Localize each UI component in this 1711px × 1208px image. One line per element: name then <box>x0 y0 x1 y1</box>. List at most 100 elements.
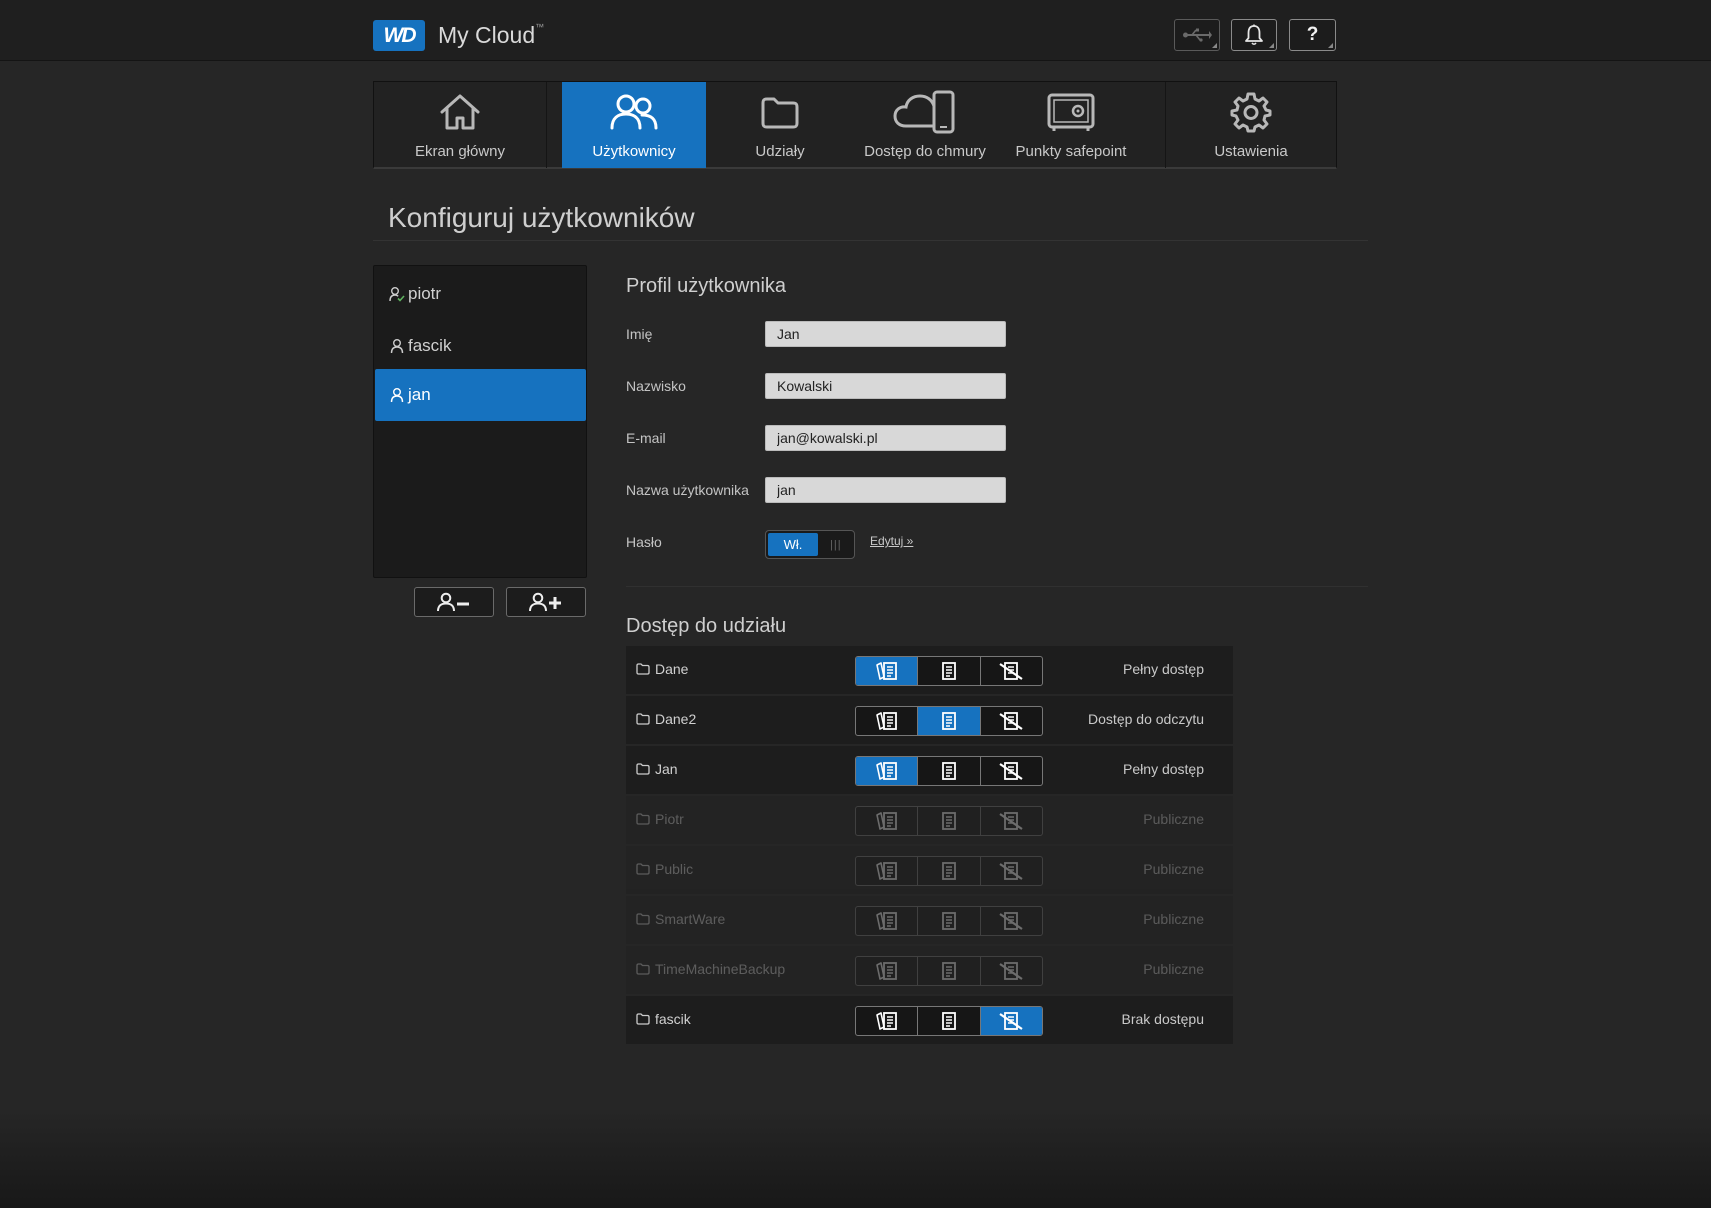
no-access-button <box>979 857 1042 885</box>
no-access-button <box>979 907 1042 935</box>
username-field[interactable] <box>765 477 1006 503</box>
folder-icon <box>761 97 799 129</box>
nav-label-safepoints: Punkty safepoint <box>1015 143 1127 160</box>
full-access-button <box>856 907 917 935</box>
read-only-button[interactable] <box>917 1007 979 1035</box>
read-only-button[interactable] <box>917 707 980 735</box>
nav-label-home: Ekran główny <box>414 143 506 160</box>
share-name-text: Dane2 <box>655 711 697 727</box>
share-name: Jan <box>636 761 678 777</box>
usb-icon <box>1183 28 1212 42</box>
read-only-button <box>917 857 979 885</box>
full-access-icon <box>875 662 897 680</box>
app-name-text: My Cloud <box>438 22 536 48</box>
read-only-button <box>917 907 979 935</box>
email-label: E-mail <box>626 430 666 446</box>
usb-button[interactable] <box>1174 19 1220 51</box>
access-status: Publiczne <box>1143 811 1204 827</box>
nav-label-shares: Udziały <box>755 143 805 160</box>
access-status: Pełny dostęp <box>1123 661 1204 677</box>
access-status: Publiczne <box>1143 861 1204 877</box>
wd-logo[interactable]: WD <box>373 20 425 51</box>
no-access-icon <box>999 862 1023 880</box>
full-access-icon <box>875 762 897 780</box>
share-row: TimeMachineBackup Publiczne <box>626 946 1233 994</box>
access-status: Brak dostępu <box>1121 1011 1205 1027</box>
no-access-button[interactable] <box>979 657 1042 685</box>
access-level-selector[interactable] <box>855 706 1043 736</box>
access-level-selector[interactable] <box>855 1006 1043 1036</box>
nav-item-users[interactable]: Użytkownicy <box>562 82 706 168</box>
full-access-button <box>856 807 917 835</box>
full-access-icon <box>875 862 897 880</box>
access-level-selector[interactable] <box>855 656 1043 686</box>
main-nav: Ekran główny Użytkownicy Udziały Dostęp … <box>373 81 1337 169</box>
remove-user-button[interactable] <box>414 587 494 617</box>
page-title: Konfiguruj użytkowników <box>388 202 695 233</box>
share-row: SmartWare Publiczne <box>626 896 1233 944</box>
read-only-icon <box>942 962 956 980</box>
folder-icon <box>636 863 650 875</box>
no-access-button[interactable] <box>979 707 1042 735</box>
no-access-icon <box>999 762 1023 780</box>
no-access-icon <box>999 962 1023 980</box>
access-level-selector <box>855 906 1043 936</box>
first-name-field[interactable] <box>765 321 1006 347</box>
notifications-button[interactable] <box>1231 19 1277 51</box>
full-access-icon <box>875 912 897 930</box>
no-access-icon <box>999 712 1023 730</box>
access-level-selector <box>855 956 1043 986</box>
gear-icon <box>1230 92 1272 133</box>
read-only-button[interactable] <box>917 757 979 785</box>
no-access-button[interactable] <box>979 757 1042 785</box>
help-button[interactable]: ? <box>1289 19 1336 51</box>
share-name: SmartWare <box>636 911 725 927</box>
share-name-text: SmartWare <box>655 911 726 927</box>
read-only-icon <box>942 812 956 830</box>
email-field[interactable] <box>765 425 1006 451</box>
access-status: Dostęp do odczytu <box>1088 711 1204 727</box>
no-access-button <box>979 957 1042 985</box>
full-access-icon <box>875 1012 897 1030</box>
home-icon <box>440 94 480 130</box>
read-only-icon <box>942 662 956 680</box>
safe-icon <box>1047 93 1095 131</box>
folder-icon <box>636 763 650 775</box>
full-access-button[interactable] <box>856 1007 917 1035</box>
access-status: Publiczne <box>1143 911 1204 927</box>
add-user-button[interactable] <box>506 587 586 617</box>
user-list-item-fascik[interactable]: fascik <box>375 320 586 372</box>
read-only-button <box>917 957 979 985</box>
help-button-corner <box>1328 43 1333 48</box>
access-level-selector[interactable] <box>855 756 1043 786</box>
no-access-button <box>979 807 1042 835</box>
folder-icon <box>636 663 650 675</box>
notifications-button-corner <box>1269 43 1274 48</box>
no-access-button[interactable] <box>979 1007 1042 1035</box>
nav-item-shares[interactable]: Udziały <box>708 82 852 168</box>
full-access-button[interactable] <box>856 707 917 735</box>
nav-item-home[interactable]: Ekran główny <box>374 82 546 168</box>
share-row: Dane2 Dostęp do odczytu <box>626 696 1233 744</box>
edit-password-link[interactable]: Edytuj » <box>870 534 913 548</box>
share-name: TimeMachineBackup <box>636 961 785 977</box>
read-only-button[interactable] <box>917 657 979 685</box>
user-list-item-piotr[interactable]: piotr <box>375 268 586 320</box>
password-toggle[interactable]: Wł. ||| <box>765 530 855 559</box>
full-access-button[interactable] <box>856 657 918 685</box>
last-name-field[interactable] <box>765 373 1006 399</box>
users-icon <box>610 94 658 130</box>
nav-item-settings[interactable]: Ustawienia <box>1166 82 1336 168</box>
no-access-icon <box>999 912 1023 930</box>
no-access-icon <box>999 1012 1023 1030</box>
nav-item-safepoints[interactable]: Punkty safepoint <box>998 82 1144 168</box>
share-name: fascik <box>636 1011 691 1027</box>
full-access-button[interactable] <box>856 757 918 785</box>
last-name-label: Nazwisko <box>626 378 686 394</box>
share-row: Jan Pełny dostęp <box>626 746 1233 794</box>
user-list-item-jan[interactable]: jan <box>375 369 586 421</box>
share-name-text: Public <box>655 861 694 877</box>
nav-item-cloud-access[interactable]: Dostęp do chmury <box>852 82 998 168</box>
profile-section-title: Profil użytkownika <box>626 275 787 297</box>
usb-button-corner <box>1212 43 1217 48</box>
